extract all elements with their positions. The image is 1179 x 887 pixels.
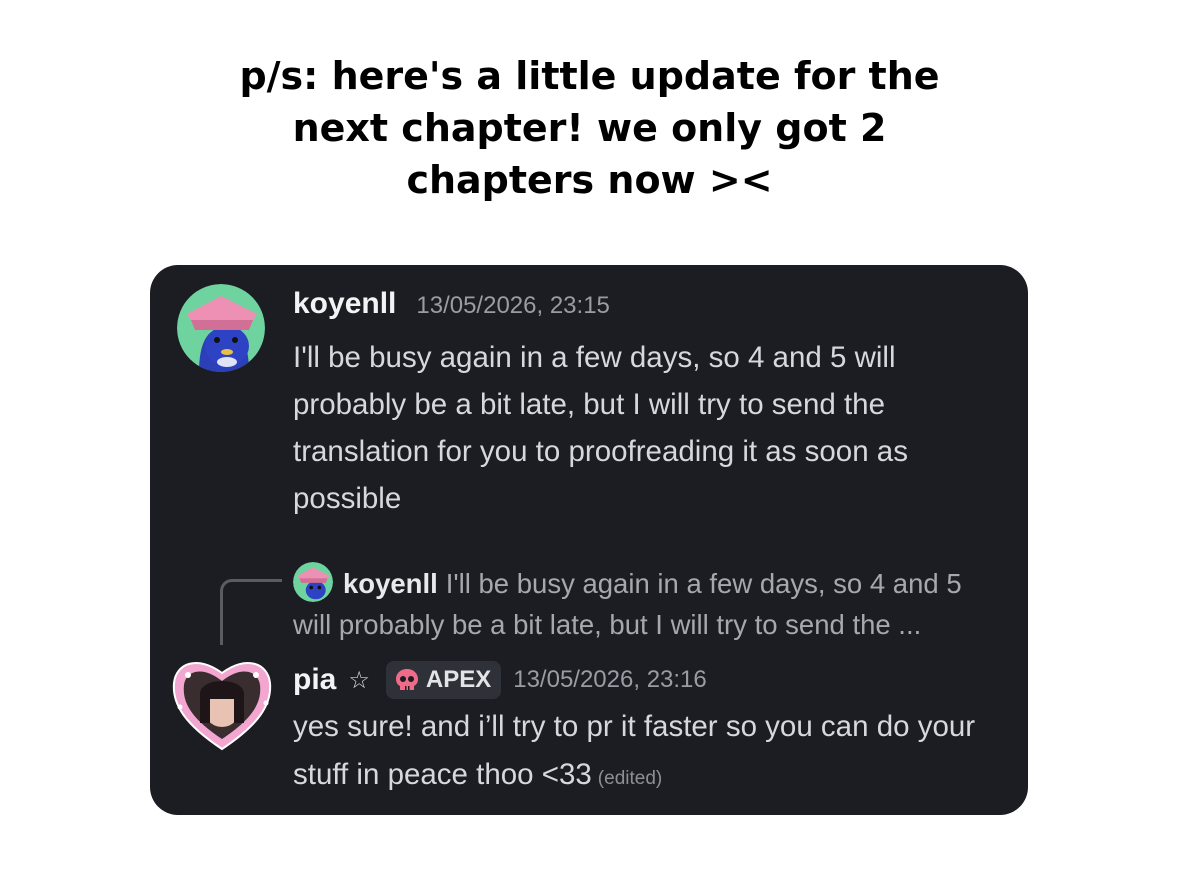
message-header: koyenll 13/05/2026, 23:15 xyxy=(293,287,610,331)
star-icon: ☆ xyxy=(348,666,370,694)
user-avatar[interactable] xyxy=(168,653,276,753)
caption-line: chapters now >< xyxy=(406,158,773,202)
skull-icon xyxy=(395,669,418,690)
heart-frame-avatar-icon xyxy=(172,662,272,751)
username[interactable]: koyenll xyxy=(293,287,396,321)
username[interactable]: pia xyxy=(293,663,336,697)
tag-label: APEX xyxy=(425,666,492,693)
timestamp: 13/05/2026, 23:15 xyxy=(416,292,610,319)
caption-line: next chapter! we only got 2 xyxy=(292,106,887,150)
message-header: pia ☆ APEX 13/05/2026, 23:16 xyxy=(293,659,707,701)
message-text: yes sure! and i’ll try to pr it faster s… xyxy=(293,703,1003,803)
caption: p/s: here's a little update for the next… xyxy=(0,50,1179,206)
message-text: I'll be busy again in a few days, so 4 a… xyxy=(293,341,908,515)
caption-line: p/s: here's a little update for the xyxy=(239,54,940,98)
edited-label: (edited) xyxy=(597,768,663,789)
cartoon-bird-avatar-icon xyxy=(177,284,265,372)
reply-connector-line xyxy=(220,579,282,645)
timestamp: 13/05/2026, 23:16 xyxy=(513,666,707,693)
reply-preview[interactable]: koyenll I'll be busy again in a few days,… xyxy=(293,563,1003,645)
server-tag[interactable]: APEX xyxy=(385,661,502,699)
reply-username[interactable]: koyenll xyxy=(343,568,438,599)
user-avatar[interactable] xyxy=(177,284,265,372)
chat-card: koyenll 13/05/2026, 23:15 I'll be busy a… xyxy=(150,265,1028,815)
